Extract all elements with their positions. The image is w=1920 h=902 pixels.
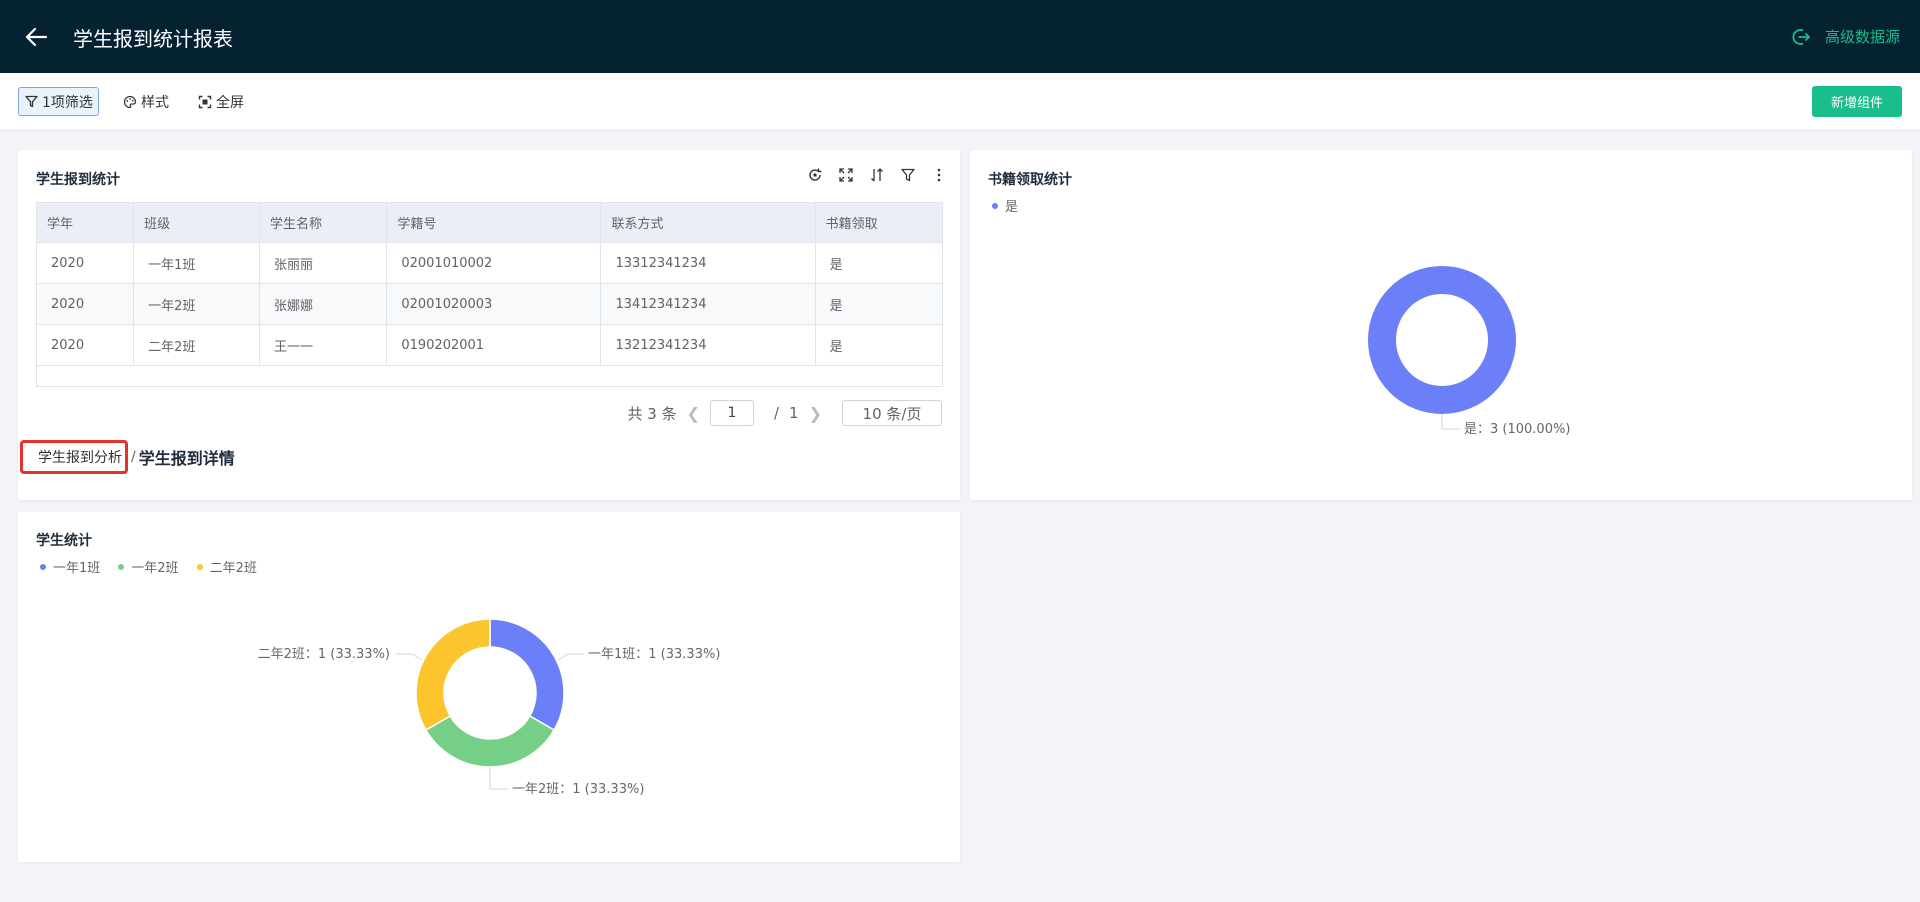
table-cell: 0190202001: [386, 324, 602, 366]
table-cell: 13412341234: [600, 283, 816, 325]
breadcrumb-separator: /: [131, 449, 136, 465]
table-cell: 王一一: [259, 324, 388, 366]
donut-slice[interactable]: [489, 618, 565, 732]
donut-slice[interactable]: [415, 618, 491, 732]
table-empty-cell: [36, 365, 943, 387]
label-leader-line: [557, 653, 584, 661]
student-table: 学年 班级 学生名称 学籍号 联系方式 书籍领取 2020 一年1班 张丽丽 0…: [35, 202, 944, 387]
table-row[interactable]: 2020 一年1班 张丽丽 02001010002 13312341234 是: [35, 242, 944, 284]
column-header[interactable]: 学生名称: [259, 202, 388, 243]
table-cell: 二年2班: [133, 324, 261, 366]
table-cell: 一年2班: [133, 283, 261, 325]
style-label: 样式: [141, 94, 169, 111]
fullscreen-icon: [198, 95, 212, 108]
filter-label: 1项筛选: [42, 94, 93, 111]
donut-slice[interactable]: [1368, 266, 1516, 414]
column-header[interactable]: 班级: [133, 202, 261, 243]
table-empty-row: [36, 365, 943, 387]
table-row[interactable]: 2020 二年2班 王一一 0190202001 13212341234 是: [35, 324, 944, 366]
table-cell: 2020: [35, 324, 135, 366]
prev-page-icon[interactable]: ❮: [687, 404, 700, 423]
table-header-row: 学年 班级 学生名称 学籍号 联系方式 书籍领取: [35, 202, 944, 243]
table-cell: 2020: [35, 283, 135, 325]
page-title: 学生报到统计报表: [73, 27, 233, 51]
card-title: 学生报到统计: [36, 172, 120, 188]
column-header[interactable]: 学年: [35, 202, 135, 243]
table-cell: 张丽丽: [259, 242, 388, 284]
filter-icon: [25, 95, 38, 108]
table-cell: 张娜娜: [259, 283, 388, 325]
toolbar: 1项筛选 样式 全屏 新增组件: [0, 73, 1920, 131]
column-header[interactable]: 联系方式: [600, 202, 816, 243]
table-cell: 02001010002: [386, 242, 602, 284]
top-header: 学生报到统计报表 高级数据源: [0, 0, 1920, 73]
breadcrumb-link-analysis[interactable]: 学生报到分析: [20, 440, 128, 474]
filter-icon[interactable]: [899, 166, 917, 184]
table-cell: 2020: [35, 242, 135, 284]
table-row[interactable]: 2020 一年2班 张娜娜 02001020003 13412341234 是: [35, 283, 944, 325]
book-collection-donut: 是：3 (100.00%): [1368, 266, 1570, 437]
expand-icon[interactable]: [837, 166, 855, 184]
student-registration-table-card: 学生报到统计 学年 班级 学生名称 学籍号 联系方式 书籍领取 2020 一年1…: [18, 150, 960, 500]
student-statistics-chart-card: 学生统计 一年1班 一年2班 二年2班 一年1班：1 (33.33%) 一年2班：…: [18, 512, 960, 862]
fullscreen-button[interactable]: 全屏: [192, 87, 250, 116]
label-leader-line: [1441, 414, 1460, 430]
fullscreen-label: 全屏: [216, 94, 244, 111]
page-number-input[interactable]: [709, 400, 754, 426]
page-separator: /: [773, 404, 780, 422]
page-size-select[interactable]: 10 条/页: [842, 400, 942, 426]
donut-slice-label: 一年1班：1 (33.33%): [588, 647, 720, 662]
advanced-datasource-button[interactable]: 高级数据源: [1791, 26, 1900, 47]
table-cell: 一年1班: [133, 242, 261, 284]
palette-icon: [123, 95, 137, 108]
add-widget-button[interactable]: 新增组件: [1812, 86, 1902, 117]
donut-slice[interactable]: [424, 714, 556, 768]
logout-icon: [1792, 28, 1811, 45]
refresh-icon[interactable]: [806, 166, 824, 184]
book-collection-chart-card: 书籍领取统计 是 是：3 (100.00%): [970, 150, 1912, 500]
label-leader-line: [396, 653, 423, 661]
donut-slice-label: 是：3 (100.00%): [1464, 422, 1570, 437]
column-header[interactable]: 学籍号: [386, 202, 602, 243]
donut-slice-label: 二年2班：1 (33.33%): [258, 647, 390, 662]
total-pages: 1: [789, 404, 799, 422]
table-cell: 是: [814, 242, 944, 284]
more-icon[interactable]: [930, 166, 948, 184]
filter-button[interactable]: 1项筛选: [18, 87, 99, 116]
donut-slice-label: 一年2班：1 (33.33%): [512, 782, 644, 797]
pagination: 共 3 条 ❮ / 1 ❯ 10 条/页: [627, 400, 942, 426]
table-cell: 是: [814, 324, 944, 366]
total-count: 共 3 条: [627, 404, 677, 423]
card-actions: [806, 166, 948, 184]
table-cell: 13212341234: [600, 324, 816, 366]
back-arrow-icon[interactable]: [22, 24, 50, 50]
advanced-datasource-label: 高级数据源: [1824, 28, 1900, 46]
breadcrumb: 学生报到分析 / 学生报到详情: [18, 440, 235, 474]
label-leader-line: [489, 767, 508, 790]
next-page-icon[interactable]: ❯: [809, 404, 822, 423]
table-cell: 13312341234: [600, 242, 816, 284]
breadcrumb-current: 学生报到详情: [138, 449, 235, 468]
table-cell: 是: [814, 283, 944, 325]
table-cell: 02001020003: [386, 283, 602, 325]
column-header[interactable]: 书籍领取: [814, 202, 944, 243]
style-button[interactable]: 样式: [117, 87, 175, 116]
student-donut: 一年1班：1 (33.33%) 一年2班：1 (33.33%) 二年2班：1 (33…: [258, 618, 720, 797]
sort-icon[interactable]: [868, 166, 886, 184]
